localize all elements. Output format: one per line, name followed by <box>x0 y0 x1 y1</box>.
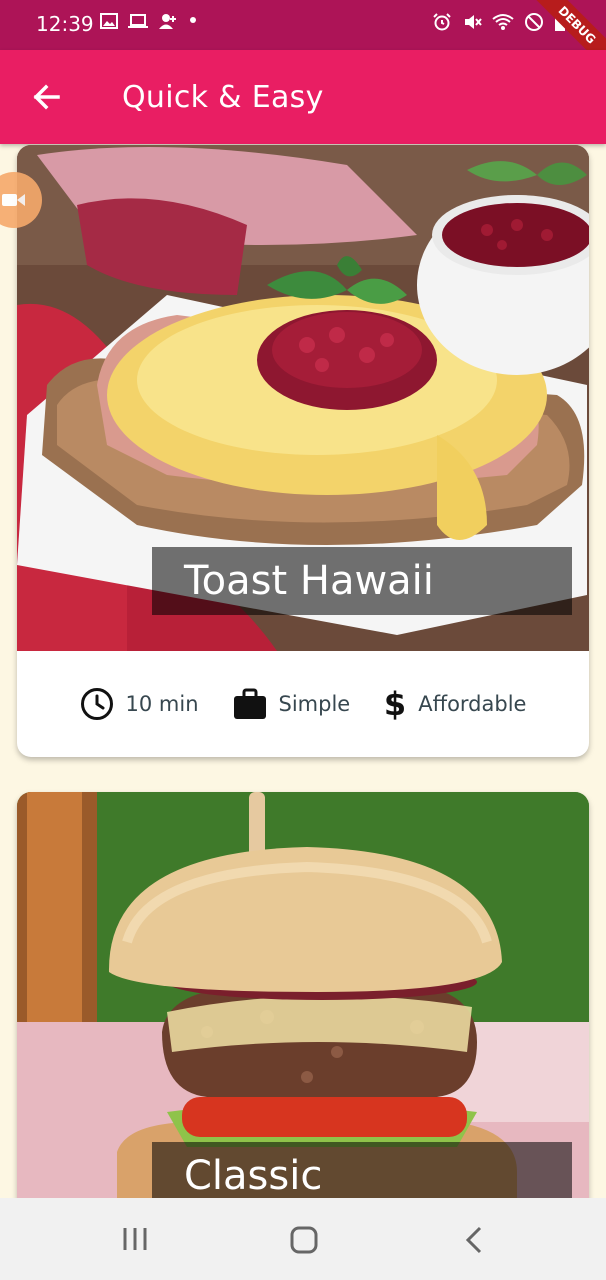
complexity-label: Simple <box>278 692 351 716</box>
meal-image: Toast Hawaii <box>17 145 589 651</box>
status-bar: 12:39 <box>0 0 606 50</box>
status-icons-right <box>432 12 566 32</box>
complexity-info: Simple <box>233 688 351 720</box>
blocked-icon <box>525 13 543 31</box>
status-time: 12:39 <box>36 12 94 36</box>
meal-image: Classic <box>17 792 589 1212</box>
back-button[interactable] <box>28 78 66 116</box>
clock-icon <box>80 688 113 720</box>
duration-info: 10 min <box>80 687 199 721</box>
person-add-icon <box>159 14 176 29</box>
image-icon <box>100 13 118 29</box>
mute-icon <box>465 15 482 29</box>
affordability-info: $ Affordable <box>384 687 526 721</box>
affordability-label: Affordable <box>418 692 527 716</box>
back-icon[interactable] <box>460 1224 488 1256</box>
status-icons-left <box>100 12 198 30</box>
meal-info-row: 10 min Simple $ Affordable <box>17 651 589 757</box>
app-bar: Quick & Easy <box>0 50 606 144</box>
meal-card[interactable]: Classic <box>17 792 589 1212</box>
duration-label: 10 min <box>125 692 199 716</box>
meal-title: Toast Hawaii <box>152 547 572 615</box>
system-nav-bar <box>0 1198 606 1280</box>
page-title: Quick & Easy <box>122 80 324 115</box>
laptop-icon <box>128 14 148 28</box>
meal-card[interactable]: Toast Hawaii 10 min Simple $ Affordable <box>17 145 589 757</box>
dollar-icon: $ <box>384 687 406 721</box>
recent-apps-icon[interactable] <box>120 1224 150 1254</box>
home-icon[interactable] <box>288 1224 320 1256</box>
wifi-icon <box>492 14 514 30</box>
svg-text:$: $ <box>384 687 406 721</box>
alarm-icon <box>433 13 451 31</box>
briefcase-icon <box>233 688 266 719</box>
arrow-left-icon <box>33 84 60 110</box>
video-camera-icon <box>2 194 25 206</box>
dot-icon <box>190 17 196 23</box>
